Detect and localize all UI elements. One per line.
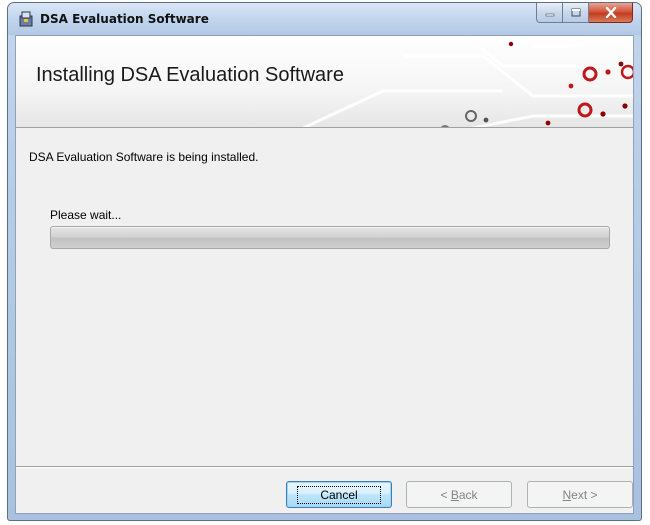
- installer-window: DSA Evaluation Software Installing DSA E…: [7, 2, 642, 521]
- next-button[interactable]: Next >: [527, 481, 633, 508]
- installer-icon: [19, 11, 33, 27]
- next-button-label: Next >: [562, 487, 598, 502]
- caption-buttons: [536, 3, 633, 23]
- header-banner: Installing DSA Evaluation Software: [16, 36, 633, 128]
- page-title: Installing DSA Evaluation Software: [36, 64, 344, 86]
- minimize-button[interactable]: [536, 3, 563, 23]
- dialog-client-area: Installing DSA Evaluation Software DSA E…: [15, 35, 634, 514]
- cancel-button[interactable]: Cancel: [286, 481, 392, 508]
- maximize-icon: [571, 8, 580, 17]
- back-button-label: < Back: [440, 487, 478, 502]
- maximize-button[interactable]: [563, 3, 589, 23]
- window-title: DSA Evaluation Software: [40, 12, 209, 26]
- minimize-icon: [545, 13, 554, 16]
- close-icon: [605, 7, 616, 18]
- back-button[interactable]: < Back: [406, 481, 512, 508]
- footer-divider: [16, 466, 633, 468]
- status-message: DSA Evaluation Software is being install…: [29, 150, 259, 164]
- wait-label: Please wait...: [50, 208, 122, 222]
- title-bar[interactable]: DSA Evaluation Software: [8, 3, 641, 35]
- close-button[interactable]: [589, 3, 633, 23]
- cancel-button-label: Cancel: [297, 485, 381, 504]
- circuit-decoration: [303, 36, 633, 127]
- install-progress-bar: [50, 226, 610, 249]
